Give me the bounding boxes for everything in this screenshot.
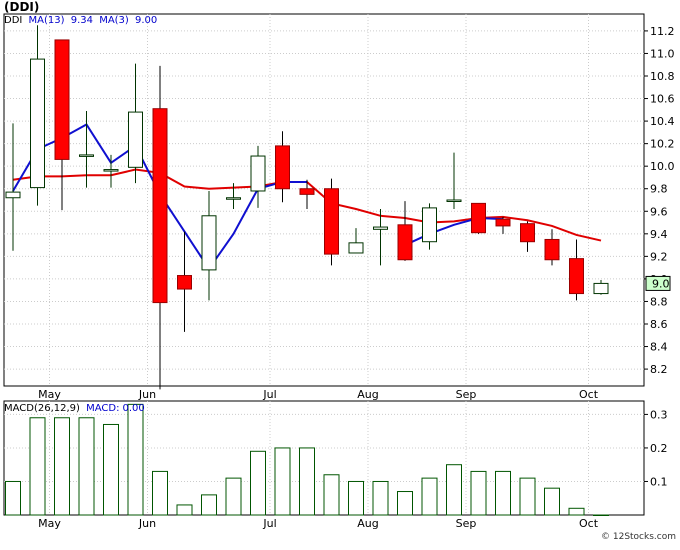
candle-body: [30, 58, 45, 189]
price-x-label: Oct: [579, 388, 599, 401]
price-tick-label: 10.2: [650, 138, 675, 151]
macd-bar: [274, 447, 291, 516]
macd-x-label: May: [38, 517, 61, 530]
candle-body: [544, 238, 560, 261]
macd-bar: [127, 403, 144, 516]
macd-bar: [176, 504, 193, 516]
macd-tick-label: 0.2: [650, 442, 668, 455]
macd-bar: [519, 477, 536, 516]
price-tick-label: 9.4: [650, 228, 668, 241]
legend-macd-key: MACD:: [86, 403, 120, 414]
candle-body: [299, 188, 315, 195]
candle-body: [275, 145, 290, 190]
price-tick-label: 9.6: [650, 205, 668, 218]
price-tick-label: 10.6: [650, 93, 675, 106]
price-x-label: Jun: [138, 388, 156, 401]
candle-body: [201, 215, 217, 271]
candle-body: [422, 207, 437, 243]
candle-body: [397, 224, 413, 261]
legend-symbol: DDI: [4, 15, 23, 26]
macd-bar: [323, 474, 340, 516]
candle-body: [324, 188, 339, 255]
macd-bar: [152, 470, 168, 516]
price-tick-label: 11.0: [650, 47, 675, 60]
candle-body: [226, 197, 241, 200]
macd-bar: [250, 450, 266, 516]
candle-body: [593, 282, 609, 295]
macd-bar: [201, 494, 217, 516]
macd-tick-label: 0.3: [650, 408, 668, 421]
macd-x-label: Sep: [456, 517, 477, 530]
macd-bar: [446, 464, 462, 516]
macd-x-label: Jul: [262, 517, 276, 530]
price-x-label: Sep: [456, 388, 477, 401]
price-tick-label: 10.0: [650, 160, 675, 173]
watermark: © 12Stocks.com: [601, 532, 676, 542]
macd-bar: [568, 507, 585, 516]
macd-bar: [372, 480, 389, 516]
macd-bar: [544, 487, 560, 516]
candle-body: [520, 223, 535, 243]
macd-bar: [103, 423, 119, 516]
macd-bar: [495, 470, 511, 516]
chart-root: 8.2 8.4 8.6 8.8 9.0 9.2 9.4 9.6 9.8 10.0 10.2 10.4 1…: [0, 0, 680, 546]
price-x-label: Aug: [357, 388, 378, 401]
macd-bar: [225, 477, 242, 516]
price-tick-label: 9.8: [650, 183, 668, 196]
chart-svg: 8.2 8.4 8.6 8.8 9.0 9.2 9.4 9.6 9.8 10.0 10.2 10.4 1…: [3, 13, 675, 530]
price-tick-label: 10.4: [650, 115, 675, 128]
macd-bar: [54, 417, 70, 516]
macd-bar: [593, 514, 609, 516]
candle-body: [79, 154, 94, 157]
candle-body: [373, 226, 388, 230]
candle-body: [152, 108, 168, 304]
legend-macd-value: 0.00: [122, 403, 145, 414]
candle-body: [54, 39, 70, 160]
candle-body: [177, 275, 192, 290]
price-tick-label: 11.2: [650, 25, 675, 38]
macd-bar: [5, 480, 21, 516]
candle-body: [495, 218, 511, 227]
candle-body: [250, 155, 266, 192]
chart-title: (DDI): [4, 0, 40, 14]
candle-body: [471, 202, 486, 234]
candle-body: [103, 169, 119, 172]
macd-bar: [78, 417, 95, 516]
legend-ma3-value: 9.00: [135, 15, 158, 26]
price-tick-label: 8.2: [650, 363, 668, 376]
candle-body: [5, 191, 21, 199]
legend-ma13-value: 9.34: [70, 15, 93, 26]
macd-bar: [397, 491, 413, 516]
macd-bar: [29, 417, 46, 516]
candle-body: [446, 199, 462, 202]
macd-x-label: Aug: [357, 517, 378, 530]
macd-bar: [348, 480, 364, 516]
macd-bar: [470, 470, 487, 516]
macd-bar: [299, 447, 315, 516]
candle-body: [348, 242, 364, 254]
price-tick-label: 8.4: [650, 341, 668, 354]
price-legend: DDI MA(13) 9.34 MA(3) 9.00: [4, 15, 160, 26]
candle-body: [128, 111, 143, 168]
price-x-label: Jul: [262, 388, 276, 401]
macd-x-label: Jun: [138, 517, 156, 530]
price-tick-label: 8.6: [650, 318, 668, 331]
legend-ma3-label: MA(3): [99, 15, 129, 26]
legend-macd-label: MACD(26,12,9): [4, 403, 80, 414]
macd-legend: MACD(26,12,9) MACD: 0.00: [4, 403, 148, 414]
price-tick-label: 8.8: [650, 295, 668, 308]
last-price-label: 9.0: [652, 277, 670, 290]
macd-x-label: Oct: [579, 517, 599, 530]
price-tick-label: 10.8: [650, 70, 675, 83]
price-x-label: May: [38, 388, 61, 401]
price-tick-label: 9.2: [650, 250, 668, 263]
candle-body: [569, 258, 584, 295]
macd-bar: [421, 477, 438, 516]
legend-ma13-label: MA(13): [28, 15, 65, 26]
macd-tick-label: 0.1: [650, 475, 668, 488]
